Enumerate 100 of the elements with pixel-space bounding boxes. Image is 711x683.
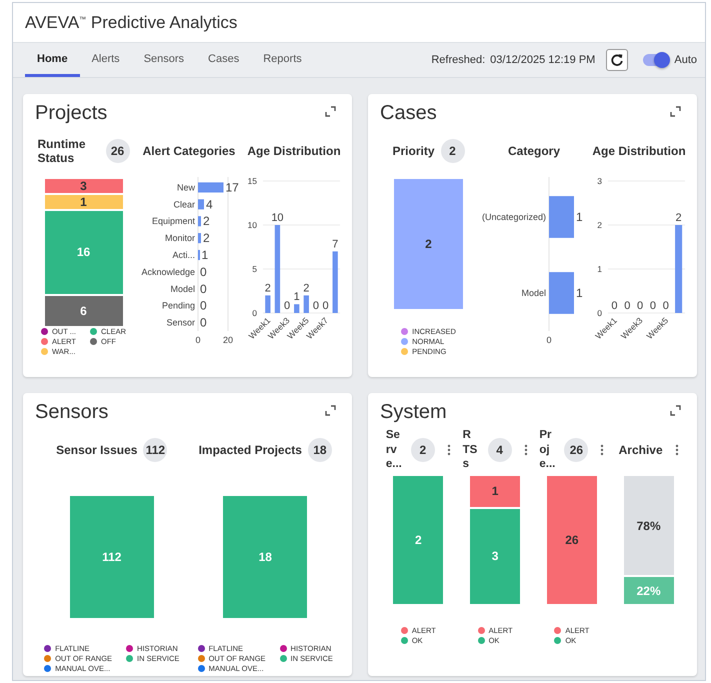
axis-label: Acknowledge (141, 266, 195, 277)
axis-label: Sensor (166, 318, 195, 328)
bar (198, 216, 201, 226)
refresh-time: 03/12/2025 12:19 PM (490, 54, 596, 66)
count-badge: 112 (143, 438, 168, 462)
data-label: 1 (202, 248, 208, 262)
data-label: 4 (206, 197, 213, 212)
data-label: 2 (675, 212, 682, 224)
segment-value: 16 (76, 246, 90, 258)
segment-value: 26 (565, 534, 579, 546)
more-icon[interactable] (446, 444, 451, 456)
chart-title: Category (508, 144, 560, 158)
data-label: 0 (610, 300, 617, 312)
expand-icon[interactable] (325, 405, 336, 416)
expand-icon[interactable] (325, 106, 336, 117)
data-label: 17 (226, 180, 239, 194)
count-badge: 2 (410, 438, 435, 462)
chart-title: Serve... (386, 428, 401, 472)
data-label: 2 (264, 282, 270, 294)
chart-title: Alert Categories (142, 144, 236, 158)
data-label: 0 (312, 300, 318, 312)
bar (332, 251, 338, 313)
bar (294, 304, 299, 313)
nav-tab[interactable]: Alerts (80, 43, 132, 77)
segment-value: 112 (102, 551, 122, 563)
card-title: Projects (35, 102, 108, 125)
chart-title: Age Distribution (592, 144, 686, 158)
tick-label: 0 (596, 308, 602, 318)
data-label: 0 (322, 300, 328, 312)
axis-label: Clear (173, 199, 195, 210)
data-label: 0 (649, 300, 656, 312)
axis-label: Equipment (152, 216, 195, 226)
segment-value: 3 (492, 550, 498, 562)
tick-label: 20 (223, 335, 233, 345)
axis-label: Monitor (164, 233, 195, 244)
bar (303, 295, 308, 313)
axis-label: Model (521, 288, 546, 298)
axis-label: (Uncategorized) (482, 212, 546, 222)
refresh-label: Refreshed: (431, 54, 486, 66)
axis-label: Pending (162, 300, 195, 311)
data-label: 0 (200, 264, 207, 279)
data-label: 7 (332, 238, 338, 250)
nav-tab[interactable]: Sensors (132, 43, 196, 77)
segment-value: 2 (415, 534, 422, 546)
data-label: 0 (624, 300, 630, 312)
tick-label: 10 (247, 220, 256, 230)
segment-value: 3 (80, 180, 87, 192)
segment-value: 18 (258, 551, 272, 563)
bar (549, 196, 574, 238)
segment-value: 2 (425, 238, 432, 250)
bar (264, 295, 270, 313)
expand-icon[interactable] (670, 106, 681, 117)
axis-label: Acti... (172, 250, 195, 260)
refresh-button[interactable] (606, 49, 628, 71)
expand-icon[interactable] (670, 405, 681, 416)
count-badge: 26 (106, 139, 130, 163)
tick-label: 0 (196, 335, 200, 345)
tick-label: 0 (546, 335, 552, 345)
segment-value: 1 (492, 485, 498, 498)
nav-tab[interactable]: Home (25, 43, 80, 77)
data-label: 0 (200, 316, 207, 330)
segment-value: 22% (636, 584, 661, 597)
data-label: 0 (200, 298, 207, 313)
tick-label: 5 (252, 264, 256, 274)
chart-title: Sensor Issues (56, 442, 138, 458)
segment-value: 6 (80, 304, 87, 317)
data-label: 1 (293, 291, 300, 304)
tick-label: 0 (252, 308, 256, 318)
count-badge: 4 (488, 438, 512, 462)
count-badge: 2 (440, 139, 464, 163)
data-label: 0 (200, 282, 207, 296)
tick-label: 2 (596, 220, 602, 230)
card-title: Cases (380, 102, 437, 125)
card-title: Sensors (35, 401, 108, 424)
data-label: 0 (284, 300, 290, 312)
segment-value: 78% (636, 520, 661, 532)
bar (198, 182, 224, 192)
bar (198, 199, 204, 210)
chart-title: Age Distribution (247, 144, 341, 158)
more-icon[interactable] (674, 444, 679, 456)
data-label: 2 (203, 214, 210, 228)
auto-toggle[interactable] (643, 54, 670, 66)
chart-title: Proje... (539, 428, 554, 472)
count-badge: 26 (564, 438, 588, 462)
data-label: 0 (662, 300, 668, 312)
app-title: AVEVA$^{™}$ Predictive Analytics (25, 12, 238, 32)
chart-title: RTSs (462, 428, 478, 472)
data-label: 0 (636, 300, 643, 312)
nav-tab[interactable]: Cases (196, 43, 252, 77)
chart-title: Priority (392, 144, 434, 158)
bar (198, 233, 201, 244)
chart-title: Runtime Status (38, 136, 86, 166)
more-icon[interactable] (600, 444, 604, 456)
axis-label: New (176, 182, 195, 192)
nav-tab[interactable]: Reports (251, 43, 314, 77)
data-label: 1 (576, 286, 583, 300)
data-label: 2 (302, 282, 309, 294)
toggle-label: Auto (674, 54, 697, 66)
more-icon[interactable] (524, 444, 528, 456)
data-label: 10 (270, 212, 284, 224)
